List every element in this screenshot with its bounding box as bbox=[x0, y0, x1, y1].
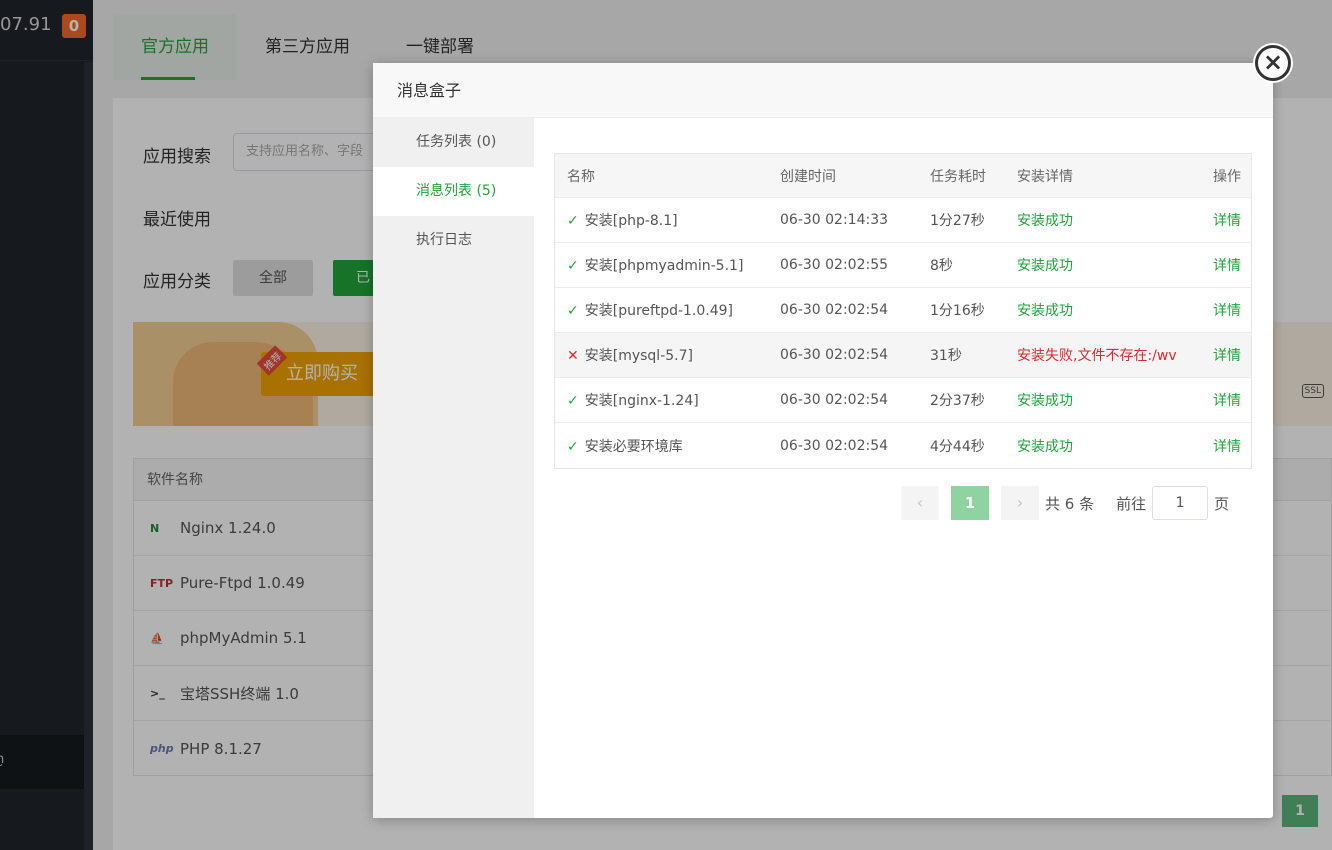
detail-link[interactable]: 详情 bbox=[1180, 210, 1251, 230]
check-icon: ✓ bbox=[567, 303, 579, 319]
goto-label: 前往 bbox=[1116, 494, 1147, 513]
task-name: 安装[mysql-5.7] bbox=[584, 348, 693, 364]
table-row: ✓ 安装[nginx-1.24] 06-30 02:02:54 2分37秒 安装成… bbox=[555, 378, 1251, 423]
table-row: ✕ 安装[mysql-5.7] 06-30 02:02:54 31秒 安装失败,文… bbox=[555, 333, 1251, 378]
task-name: 安装必要环境库 bbox=[584, 438, 683, 455]
task-status: 安装成功 bbox=[1017, 303, 1073, 319]
task-duration: 1分27秒 bbox=[930, 213, 985, 229]
task-time: 06-30 02:14:33 bbox=[780, 212, 889, 228]
col-created-header: 创建时间 bbox=[780, 168, 836, 185]
col-action-header: 操作 bbox=[1213, 168, 1241, 185]
task-time: 06-30 02:02:54 bbox=[780, 392, 889, 408]
task-status: 安装成功 bbox=[1017, 438, 1073, 455]
table-row: ✓ 安装[php-8.1] 06-30 02:14:33 1分27秒 安装成功 详… bbox=[555, 198, 1251, 243]
dialog-body: 名称 创建时间 任务耗时 安装详情 操作 ✓ 安装[php-8.1] 06-30 … bbox=[534, 118, 1273, 818]
side-item-task-list[interactable]: 任务列表 (0) bbox=[373, 118, 534, 167]
detail-link[interactable]: 详情 bbox=[1180, 300, 1251, 320]
col-name-header: 名称 bbox=[567, 168, 595, 185]
check-icon: ✓ bbox=[567, 258, 579, 274]
goto-page-input[interactable]: 1 bbox=[1152, 486, 1209, 520]
task-status: 安装失败,文件不存在:/wv bbox=[1017, 348, 1177, 364]
task-time: 06-30 02:02:54 bbox=[780, 437, 889, 454]
col-duration-header: 任务耗时 bbox=[930, 168, 986, 185]
task-duration: 2分37秒 bbox=[930, 393, 985, 409]
task-name: 安装[nginx-1.24] bbox=[584, 393, 699, 409]
detail-link[interactable]: 详情 bbox=[1180, 390, 1251, 410]
table-row: ✓ 安装必要环境库 06-30 02:02:54 4分44秒 安装成功 详情 bbox=[555, 423, 1251, 468]
detail-link[interactable]: 详情 bbox=[1180, 255, 1251, 275]
dialog-side-menu: 任务列表 (0) 消息列表 (5) 执行日志 bbox=[373, 118, 534, 818]
table-row: ✓ 安装[phpmyadmin-5.1] 06-30 02:02:55 8秒 安装… bbox=[555, 243, 1251, 288]
close-icon[interactable]: × bbox=[1255, 45, 1291, 81]
page-suffix: 页 bbox=[1214, 494, 1230, 513]
side-item-message-list[interactable]: 消息列表 (5) bbox=[373, 167, 534, 216]
detail-link[interactable]: 详情 bbox=[1180, 345, 1251, 365]
task-name: 安装[pureftpd-1.0.49] bbox=[584, 303, 734, 319]
dialog-title: 消息盒子 bbox=[373, 63, 1273, 118]
task-duration: 4分44秒 bbox=[930, 438, 985, 455]
task-duration: 8秒 bbox=[930, 258, 953, 274]
side-item-exec-log[interactable]: 执行日志 bbox=[373, 216, 534, 265]
table-row: ✓ 安装[pureftpd-1.0.49] 06-30 02:02:54 1分16… bbox=[555, 288, 1251, 333]
task-name: 安装[php-8.1] bbox=[584, 213, 678, 229]
detail-link[interactable]: 详情 bbox=[1180, 436, 1251, 456]
message-table: 名称 创建时间 任务耗时 安装详情 操作 ✓ 安装[php-8.1] 06-30 … bbox=[554, 153, 1252, 469]
task-time: 06-30 02:02:54 bbox=[780, 302, 889, 318]
task-time: 06-30 02:02:54 bbox=[780, 347, 889, 363]
task-duration: 31秒 bbox=[930, 348, 962, 364]
check-icon: ✓ bbox=[567, 393, 579, 409]
task-time: 06-30 02:02:55 bbox=[780, 257, 889, 273]
page-number-button[interactable]: 1 bbox=[951, 486, 989, 520]
task-status: 安装成功 bbox=[1017, 258, 1073, 274]
col-detail-header: 安装详情 bbox=[1017, 168, 1073, 185]
prev-page-button[interactable]: ‹ bbox=[901, 486, 939, 520]
task-duration: 1分16秒 bbox=[930, 303, 985, 319]
task-status: 安装成功 bbox=[1017, 393, 1073, 409]
task-status: 安装成功 bbox=[1017, 213, 1073, 229]
next-page-button[interactable]: › bbox=[1001, 486, 1039, 520]
check-icon: ✓ bbox=[567, 438, 579, 455]
pagination: ‹ 1 › 共 6 条 前往 1 页 bbox=[901, 486, 1229, 520]
check-icon: ✓ bbox=[567, 213, 579, 229]
total-count: 共 6 条 bbox=[1045, 494, 1095, 513]
table-header-row: 名称 创建时间 任务耗时 安装详情 操作 bbox=[555, 154, 1251, 198]
cross-icon: ✕ bbox=[567, 348, 579, 364]
message-box-dialog: 消息盒子 任务列表 (0) 消息列表 (5) 执行日志 名称 创建时间 任务耗时… bbox=[373, 63, 1273, 818]
task-name: 安装[phpmyadmin-5.1] bbox=[584, 258, 744, 274]
